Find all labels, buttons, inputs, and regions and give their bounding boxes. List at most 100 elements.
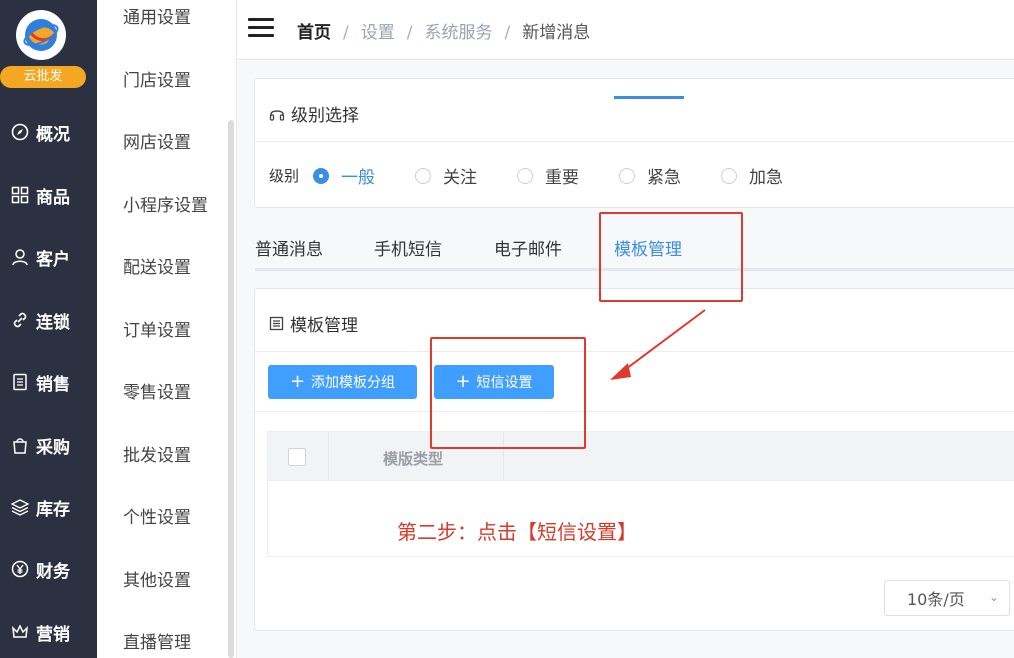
settings-submenu: 通用设置 门店设置 网店设置 小程序设置 配送设置 订单设置 零售设置 批发设置… (97, 0, 237, 658)
document-icon (10, 372, 30, 392)
level-option-label: 一般 (341, 168, 376, 188)
top-header: 首页 / 设置 / 系统服务 / 新增消息 (237, 0, 1014, 60)
button-label: 短信设置 (476, 375, 533, 391)
nav-item-finance[interactable]: 财务 (0, 549, 97, 589)
nav-item-label: 商品 (36, 187, 70, 208)
submenu-item-delivery[interactable]: 配送设置 (123, 253, 191, 278)
submenu-item-retail[interactable]: 零售设置 (123, 378, 191, 403)
tab-email[interactable]: 电子邮件 (494, 235, 562, 260)
column-divider (503, 432, 504, 482)
level-option-attention[interactable]: 关注 (415, 163, 477, 188)
nav-item-label: 营销 (36, 624, 70, 645)
submenu-item-mini-program[interactable]: 小程序设置 (123, 191, 208, 216)
crown-icon (10, 622, 30, 642)
nav-item-purchase[interactable]: 采购 (0, 425, 97, 465)
plus-icon: + (455, 371, 471, 392)
level-option-label: 关注 (443, 168, 478, 188)
nav-item-label: 库存 (36, 499, 70, 520)
breadcrumb: 首页 / 设置 / 系统服务 / 新增消息 (297, 18, 590, 43)
message-tabs: 普通消息 手机短信 电子邮件 模板管理 (255, 233, 1014, 271)
plus-icon: + (289, 371, 306, 392)
level-radio-group: 级别 一般 关注 重要 紧急 加急 (269, 163, 823, 188)
grid-icon (10, 185, 30, 205)
radio-dot (415, 167, 432, 184)
level-card-title: 级别选择 (269, 101, 359, 126)
page-size-select[interactable]: 10条/页 ⌄ (884, 580, 1010, 616)
submenu-item-order[interactable]: 订单设置 (123, 316, 191, 341)
level-option-label: 加急 (749, 168, 784, 188)
radio-dot (313, 167, 330, 184)
yen-icon (10, 559, 30, 579)
breadcrumb-separator: / (343, 23, 349, 43)
level-option-important[interactable]: 重要 (517, 163, 579, 188)
submenu-item-wholesale[interactable]: 批发设置 (123, 441, 191, 466)
divider (255, 411, 1014, 412)
breadcrumb-current: 新增消息 (522, 23, 591, 43)
level-option-label: 紧急 (647, 168, 682, 188)
breadcrumb-home[interactable]: 首页 (297, 23, 331, 43)
level-label: 级别 (269, 167, 300, 185)
breadcrumb-separator: / (504, 23, 511, 43)
submenu-item-store[interactable]: 门店设置 (123, 66, 191, 91)
tab-normal-message[interactable]: 普通消息 (255, 235, 323, 260)
add-template-group-button[interactable]: + 添加模板分组 (268, 365, 417, 399)
nav-item-label: 销售 (36, 374, 70, 395)
column-divider (328, 432, 329, 482)
page-size-value: 10条/页 (907, 590, 965, 609)
level-option-normal[interactable]: 一般 (313, 163, 375, 188)
breadcrumb-separator: / (406, 23, 413, 43)
nav-item-products[interactable]: 商品 (0, 175, 97, 215)
template-table-body (267, 481, 1014, 557)
radio-dot (721, 167, 738, 184)
menu-toggle-icon[interactable] (248, 18, 274, 38)
nav-item-overview[interactable]: 概况 (0, 112, 97, 152)
submenu-item-online-store[interactable]: 网店设置 (123, 128, 191, 153)
brand-badge: 云批发 (0, 66, 86, 88)
nav-item-label: 财务 (36, 561, 70, 582)
level-option-label: 重要 (545, 168, 580, 188)
nav-item-label: 客户 (36, 249, 70, 270)
submenu-item-personal[interactable]: 个性设置 (123, 503, 191, 528)
tutorial-annotation: 第二步：点击【短信设置】 (397, 520, 637, 544)
main-nav: 云批发 概况 商品 客户 连锁 销售 采购 库存 财务 营销 (0, 0, 97, 658)
logo-area: 云批发 (0, 0, 97, 92)
submenu-item-general[interactable]: 通用设置 (123, 3, 191, 28)
column-template-type[interactable]: 模版类型 (383, 448, 443, 469)
template-table-header: 模版类型 (267, 431, 1014, 482)
nav-item-sales[interactable]: 销售 (0, 362, 97, 402)
compass-icon (10, 122, 30, 142)
headset-icon (269, 106, 285, 122)
nav-item-inventory[interactable]: 库存 (0, 487, 97, 527)
tab-sms[interactable]: 手机短信 (374, 235, 442, 260)
nav-item-marketing[interactable]: 营销 (0, 612, 97, 652)
nav-item-customers[interactable]: 客户 (0, 237, 97, 277)
template-card-title-text: 模板管理 (290, 316, 358, 336)
level-option-urgent[interactable]: 加急 (721, 163, 783, 188)
button-label: 添加模板分组 (311, 375, 396, 391)
layers-icon (10, 497, 30, 517)
nav-item-label: 概况 (36, 124, 70, 145)
link-icon (10, 310, 30, 330)
nav-item-chain[interactable]: 连锁 (0, 300, 97, 340)
active-tab-indicator (614, 96, 684, 99)
sms-settings-button[interactable]: + 短信设置 (434, 365, 554, 399)
select-all-checkbox[interactable] (288, 448, 306, 466)
divider (255, 141, 1014, 142)
level-card-title-text: 级别选择 (291, 106, 359, 126)
submenu-item-other[interactable]: 其他设置 (123, 566, 191, 591)
level-option-emergency[interactable]: 紧急 (619, 163, 681, 188)
radio-dot (517, 167, 534, 184)
bag-icon (10, 435, 30, 455)
submenu-item-live[interactable]: 直播管理 (123, 628, 191, 653)
user-icon (10, 247, 30, 267)
tab-template-management[interactable]: 模板管理 (614, 235, 682, 260)
app-logo[interactable] (16, 10, 66, 60)
list-icon (269, 316, 284, 331)
template-card-title: 模板管理 (269, 311, 358, 336)
breadcrumb-system-service[interactable]: 系统服务 (424, 23, 492, 43)
nav-item-label: 连锁 (36, 312, 70, 333)
submenu-scrollbar[interactable] (228, 120, 234, 658)
breadcrumb-settings[interactable]: 设置 (361, 23, 395, 43)
pointer-arrow-icon (610, 309, 706, 380)
radio-dot (619, 167, 636, 184)
